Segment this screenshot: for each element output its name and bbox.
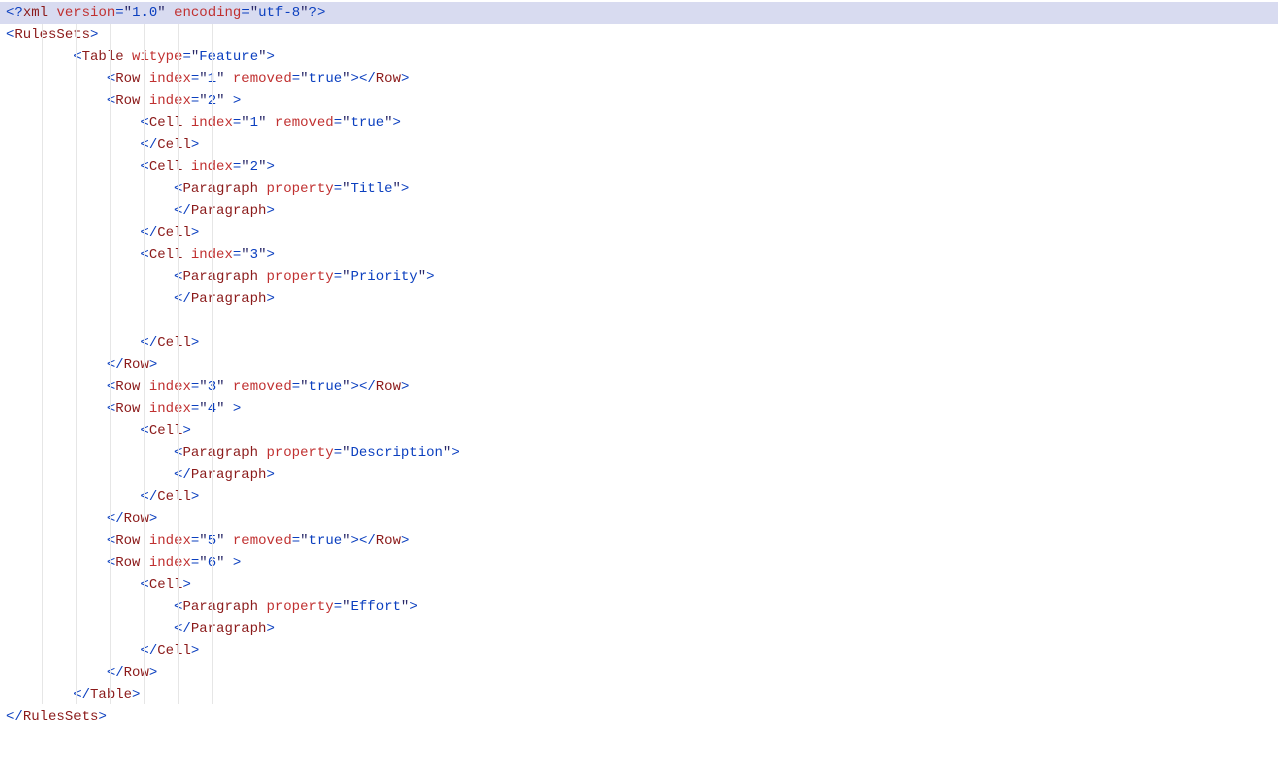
code-line: <Cell index="3"> [0, 244, 1278, 266]
code-line: <Row index="5" removed="true"></Row> [0, 530, 1278, 552]
code-line: </Cell> [0, 332, 1278, 354]
code-line: </Paragraph> [0, 288, 1278, 310]
code-line: </Cell> [0, 222, 1278, 244]
code-body: <?xml version="1.0" encoding="utf-8"?><R… [0, 2, 1278, 728]
code-line: <Cell index="1" removed="true"> [0, 112, 1278, 134]
code-line: <Row index="4" > [0, 398, 1278, 420]
code-line: </Table> [0, 684, 1278, 706]
code-line: </Paragraph> [0, 464, 1278, 486]
code-line: <Cell> [0, 420, 1278, 442]
code-line: <Row index="1" removed="true"></Row> [0, 68, 1278, 90]
code-line: </Cell> [0, 134, 1278, 156]
code-line: <RulesSets> [0, 24, 1278, 46]
code-line: <Cell> [0, 574, 1278, 596]
code-line: <Cell index="2"> [0, 156, 1278, 178]
code-line: <Row index="2" > [0, 90, 1278, 112]
code-line: <Row index="3" removed="true"></Row> [0, 376, 1278, 398]
code-line: </RulesSets> [0, 706, 1278, 728]
code-line: </Paragraph> [0, 200, 1278, 222]
xml-code-editor[interactable]: <?xml version="1.0" encoding="utf-8"?><R… [0, 0, 1278, 728]
code-line: </Row> [0, 508, 1278, 530]
code-line: </Cell> [0, 486, 1278, 508]
code-line: <?xml version="1.0" encoding="utf-8"?> [0, 2, 1278, 24]
code-line: <Row index="6" > [0, 552, 1278, 574]
code-line: <Table witype="Feature"> [0, 46, 1278, 68]
code-line: </Cell> [0, 640, 1278, 662]
code-line: </Row> [0, 354, 1278, 376]
code-line: <Paragraph property="Title"> [0, 178, 1278, 200]
code-line: </Row> [0, 662, 1278, 684]
code-line: </Paragraph> [0, 618, 1278, 640]
code-line [0, 310, 1278, 332]
code-line: <Paragraph property="Effort"> [0, 596, 1278, 618]
code-line: <Paragraph property="Priority"> [0, 266, 1278, 288]
code-line: <Paragraph property="Description"> [0, 442, 1278, 464]
